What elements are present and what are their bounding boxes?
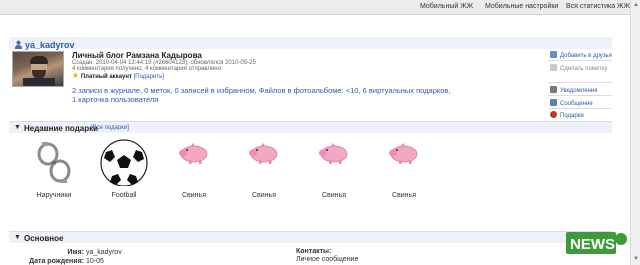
basic-info-header[interactable]: ▼ Основное xyxy=(9,231,612,243)
gift-item[interactable]: Свинья xyxy=(374,138,434,199)
add-friend-action[interactable]: Добавить в друзья xyxy=(550,51,614,59)
gift-item[interactable]: Свинья xyxy=(304,138,364,199)
username-link[interactable]: ya_kadyrov xyxy=(25,40,75,50)
gift-label: Football xyxy=(111,192,137,199)
bell-icon xyxy=(550,86,557,93)
notifications-action[interactable]: Уведомления xyxy=(550,86,614,94)
message-action[interactable]: Сообщение xyxy=(550,99,614,107)
handcuffs-icon xyxy=(37,142,71,183)
gift-icon xyxy=(550,111,557,118)
bookmark-action[interactable]: Сделать пометку xyxy=(550,64,610,72)
pig-icon xyxy=(249,143,278,164)
user-avatar[interactable] xyxy=(12,51,64,87)
football-icon xyxy=(100,139,148,186)
blog-title: Личный блог Рамзана Кадырова xyxy=(72,51,202,60)
gift-label: Свинья xyxy=(252,192,276,199)
gifts-action[interactable]: Подарки xyxy=(550,111,614,119)
name-value: ya_kadyrov xyxy=(86,249,122,256)
birth-date-value: 10-05 xyxy=(86,258,104,265)
message-label: Сообщение xyxy=(560,101,593,107)
top-navigation-bar: Мобильный ЖЖ Мобильные настройки Вся ста… xyxy=(0,0,630,15)
all-gifts-link[interactable]: [Все подарки] xyxy=(91,125,129,131)
add-friend-label: Добавить в друзья xyxy=(560,53,612,59)
nav-mobile-settings[interactable]: Мобильные настройки xyxy=(485,3,558,10)
paid-account-label: Платный аккаунт xyxy=(80,74,132,80)
message-icon xyxy=(550,99,557,106)
vertical-scrollbar[interactable]: ▲ ▼ xyxy=(630,0,640,265)
action-divider xyxy=(548,60,612,61)
gifts-label: Подарки xyxy=(560,113,584,119)
paid-account-line: ★ Платный аккаунт [Подарить] xyxy=(72,71,164,80)
pig-icon xyxy=(319,143,348,164)
contacts-label: Контакты: xyxy=(296,248,332,255)
gift-label: Свинья xyxy=(182,192,206,199)
journal-stats[interactable]: 2 записи в журнале, 0 меток, 0 записей в… xyxy=(72,86,452,104)
basic-info-title: Основное xyxy=(24,234,64,243)
pig-icon xyxy=(389,143,418,164)
gift-label: Наручники xyxy=(36,192,72,199)
profile-header-band xyxy=(9,37,612,49)
gift-item[interactable]: Football xyxy=(94,138,154,199)
collapse-triangle-icon[interactable]: ▼ xyxy=(14,124,21,131)
action-divider xyxy=(548,82,612,83)
collapse-triangle-icon[interactable]: ▼ xyxy=(14,234,21,241)
nav-mobile-lj[interactable]: Мобильный ЖЖ xyxy=(420,3,473,10)
action-divider xyxy=(548,95,612,96)
gift-item[interactable]: Свинья xyxy=(234,138,294,199)
bookmark-label: Сделать пометку xyxy=(560,66,608,72)
recent-gifts-title: Недавние подарки xyxy=(24,124,99,133)
news-logo-text: NEWS xyxy=(570,236,615,253)
news-logo: NEWS xyxy=(566,232,627,254)
recent-gifts-header[interactable]: ▼ Недавние подарки [Все подарки] xyxy=(9,121,612,133)
notifications-label: Уведомления xyxy=(560,88,598,94)
action-divider xyxy=(548,108,612,109)
gift-label: Свинья xyxy=(322,192,346,199)
profile-username[interactable]: ya_kadyrov xyxy=(14,40,75,50)
name-label: Имя: xyxy=(67,249,84,256)
bookmark-icon xyxy=(550,64,557,71)
pig-icon xyxy=(179,143,208,164)
gift-label: Свинья xyxy=(392,192,416,199)
nav-lj-statistics[interactable]: Вся статистика ЖЖ xyxy=(566,3,630,10)
star-icon: ★ xyxy=(72,71,80,80)
user-icon xyxy=(14,40,23,49)
gift-item[interactable]: Свинья xyxy=(164,138,224,199)
scroll-down-icon[interactable]: ▼ xyxy=(632,255,640,263)
private-message-link[interactable]: Личное сообщение xyxy=(296,256,358,263)
birth-date-label: Дата рождения: xyxy=(29,258,84,265)
gift-item[interactable]: Наручники xyxy=(24,138,84,199)
gift-account-link[interactable]: [Подарить] xyxy=(134,74,164,80)
add-friend-icon xyxy=(550,51,557,58)
scroll-up-icon[interactable]: ▲ xyxy=(632,1,640,9)
